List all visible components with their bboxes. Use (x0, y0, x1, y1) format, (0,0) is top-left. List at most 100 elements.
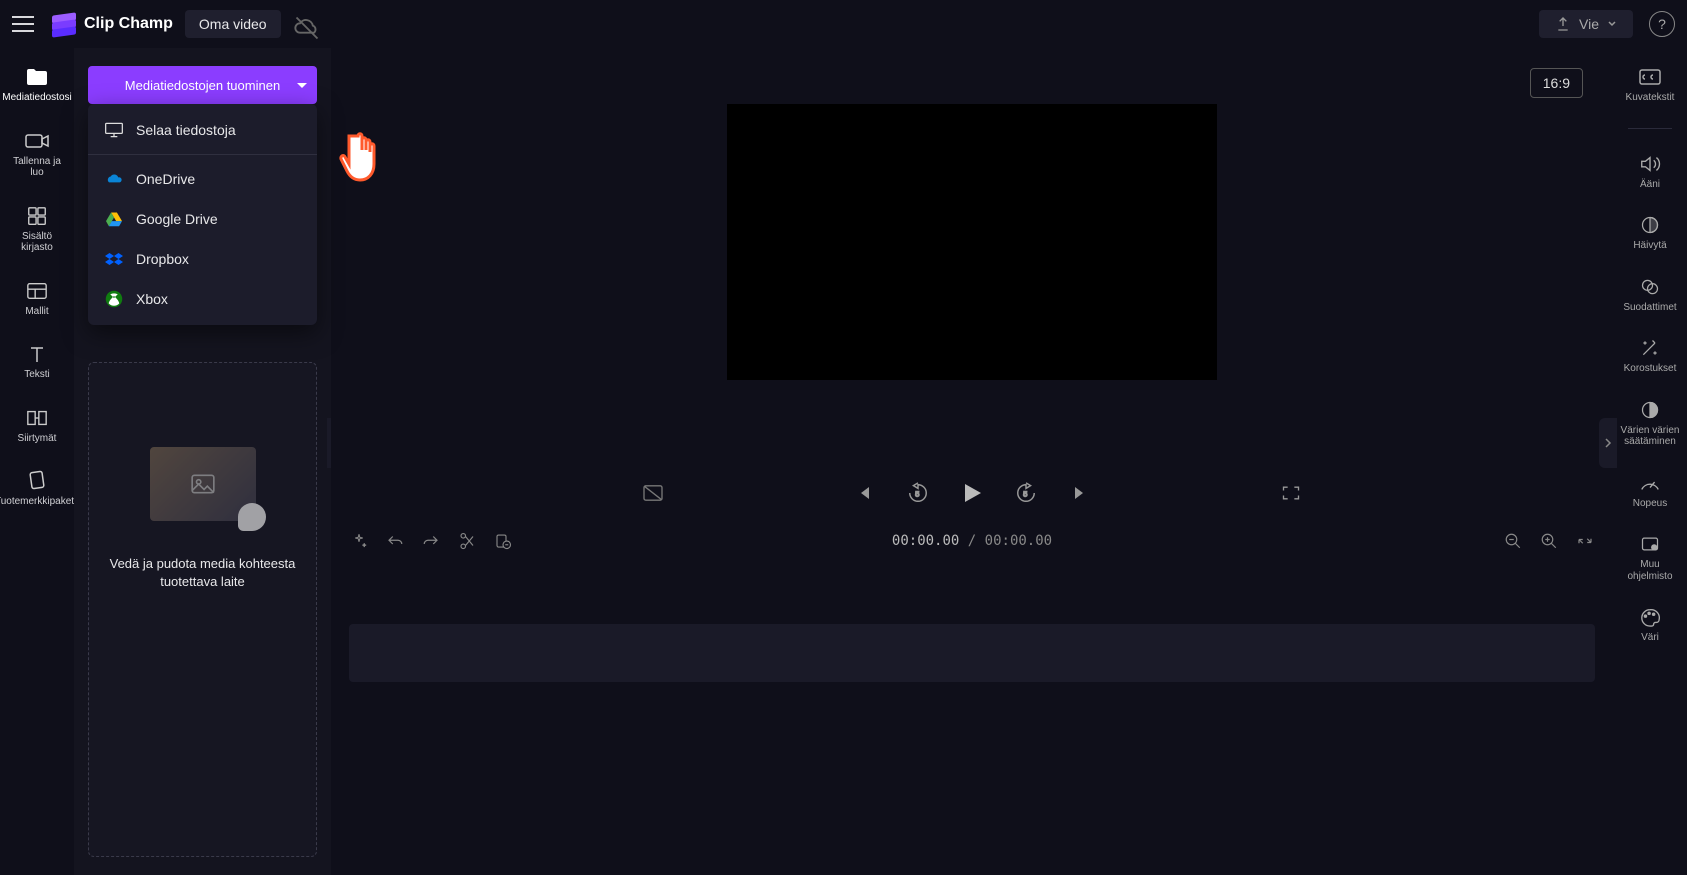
app-name: Clip Champ (84, 15, 173, 33)
onedrive-icon (104, 169, 124, 189)
rail-media[interactable]: Mediatiedostosi (4, 62, 70, 108)
rail-effects[interactable]: Korostukset (1617, 333, 1683, 379)
export-button-label: Vie (1579, 16, 1599, 32)
center-area: 16:9 5 5 (331, 48, 1613, 875)
dropzone-text: Vedä ja pudota media kohteesta tuotettav… (89, 555, 316, 590)
import-browse-files[interactable]: Selaa tiedostoja (88, 110, 317, 150)
rail-label: Ääni (1640, 179, 1660, 191)
rail-label: Tallenna ja luo (6, 156, 68, 179)
rail-label: Kuvatekstit (1626, 92, 1675, 104)
timeline-area[interactable] (331, 564, 1613, 875)
rail-templates[interactable]: Mallit (4, 276, 70, 322)
dropdown-label: Selaa tiedostoja (136, 122, 236, 138)
pointer-hand-annotation (336, 128, 394, 186)
speed-gauge-icon (1637, 472, 1663, 494)
forward-5-button[interactable]: 5 (1014, 481, 1038, 505)
image-placeholder-icon (190, 473, 216, 495)
safe-area-toggle[interactable] (641, 481, 665, 505)
undo-button[interactable] (385, 531, 405, 551)
rail-transitions[interactable]: Siirtymät (4, 403, 70, 449)
rail-label: Väri (1641, 632, 1659, 644)
rail-divider (1628, 128, 1672, 129)
media-panel: Mediatiedostojen tuominen Selaa tiedosto… (74, 48, 331, 875)
rail-text[interactable]: Teksti (4, 339, 70, 385)
cloud-sync-off-icon[interactable] (293, 14, 321, 34)
rail-filters[interactable]: Suodattimet (1617, 272, 1683, 318)
collapse-right-panel-tab[interactable] (1599, 418, 1617, 468)
rail-label: Tuotemerkkipaketti (0, 496, 79, 508)
gdrive-icon (104, 209, 124, 229)
dropdown-label: Dropbox (136, 251, 189, 267)
rail-color[interactable]: Väri (1617, 602, 1683, 648)
import-onedrive[interactable]: OneDrive (88, 159, 317, 199)
brandkit-icon (24, 470, 50, 492)
templates-icon (24, 280, 50, 302)
dropbox-icon (104, 249, 124, 269)
rail-audio[interactable]: Ääni (1617, 149, 1683, 195)
camera-icon (24, 130, 50, 152)
delete-clip-button[interactable] (493, 531, 513, 551)
rail-brandkit[interactable]: Tuotemerkkipaketti (4, 466, 70, 512)
monitor-icon (104, 120, 124, 140)
help-button[interactable]: ? (1649, 11, 1675, 37)
text-icon (24, 343, 50, 365)
timeline-toolbar: 00:00.00 / 00:00.00 (331, 518, 1613, 564)
import-xbox[interactable]: Xbox (88, 279, 317, 319)
transitions-icon (24, 407, 50, 429)
menu-hamburger-icon[interactable] (12, 10, 40, 38)
import-dropbox[interactable]: Dropbox (88, 239, 317, 279)
rail-label: Teksti (24, 369, 50, 381)
project-title-chip[interactable]: Oma video (185, 10, 281, 38)
fit-timeline-button[interactable] (1575, 531, 1595, 551)
rail-label: Suodattimet (1623, 302, 1676, 314)
video-preview-canvas[interactable] (727, 104, 1217, 380)
import-button-label: Mediatiedostojen tuominen (125, 78, 280, 93)
speaker-icon (1637, 153, 1663, 175)
dropdown-label: Google Drive (136, 211, 218, 227)
dropdown-separator (88, 154, 317, 155)
ai-sparkle-button[interactable] (349, 531, 369, 551)
zoom-in-button[interactable] (1539, 531, 1559, 551)
export-button[interactable]: Vie (1539, 10, 1633, 38)
preview-row: 16:9 (331, 48, 1613, 468)
redo-button[interactable] (421, 531, 441, 551)
transport-controls: 5 5 (331, 468, 1613, 518)
skip-start-button[interactable] (852, 481, 876, 505)
folder-icon (24, 66, 50, 88)
import-source-dropdown: Selaa tiedostoja OneDrive Google Drive D (88, 104, 317, 325)
skip-end-button[interactable] (1068, 481, 1092, 505)
import-media-button[interactable]: Mediatiedostojen tuominen (88, 66, 317, 104)
plugin-icon (1637, 533, 1663, 555)
palette-icon (1637, 606, 1663, 628)
rail-label: Häivytä (1633, 240, 1666, 252)
filters-icon (1637, 276, 1663, 298)
timeline-empty-track[interactable] (349, 624, 1595, 682)
split-button[interactable] (457, 531, 477, 551)
library-icon (24, 205, 50, 227)
import-google-drive[interactable]: Google Drive (88, 199, 317, 239)
zoom-out-button[interactable] (1503, 531, 1523, 551)
dropzone-thumb (150, 447, 256, 521)
rail-label: Sisältö kirjasto (6, 231, 68, 254)
rail-record[interactable]: Tallenna ja luo (4, 126, 70, 183)
rail-color-adjust[interactable]: Värien värien säätäminen (1617, 395, 1683, 452)
rail-library[interactable]: Sisältö kirjasto (4, 201, 70, 258)
aspect-ratio-button[interactable]: 16:9 (1530, 68, 1583, 98)
rewind-5-button[interactable]: 5 (906, 481, 930, 505)
contrast-icon (1637, 399, 1663, 421)
rail-label: Siirtymät (18, 433, 57, 445)
rail-fade[interactable]: Häivytä (1617, 210, 1683, 256)
grab-hand-icon (238, 503, 266, 531)
dropdown-label: OneDrive (136, 171, 195, 187)
rail-label: Korostukset (1624, 363, 1677, 375)
svg-text:5: 5 (915, 490, 919, 499)
rail-speed[interactable]: Nopeus (1617, 468, 1683, 514)
media-dropzone[interactable]: Vedä ja pudota media kohteesta tuotettav… (88, 362, 317, 857)
rail-other-software[interactable]: Muu ohjelmisto (1617, 529, 1683, 586)
play-button[interactable] (960, 481, 984, 505)
fullscreen-button[interactable] (1279, 481, 1303, 505)
rail-label: Nopeus (1633, 498, 1667, 510)
rail-label: Värien värien säätäminen (1619, 425, 1681, 448)
wand-icon (1637, 337, 1663, 359)
rail-captions[interactable]: Kuvatekstit (1617, 62, 1683, 108)
